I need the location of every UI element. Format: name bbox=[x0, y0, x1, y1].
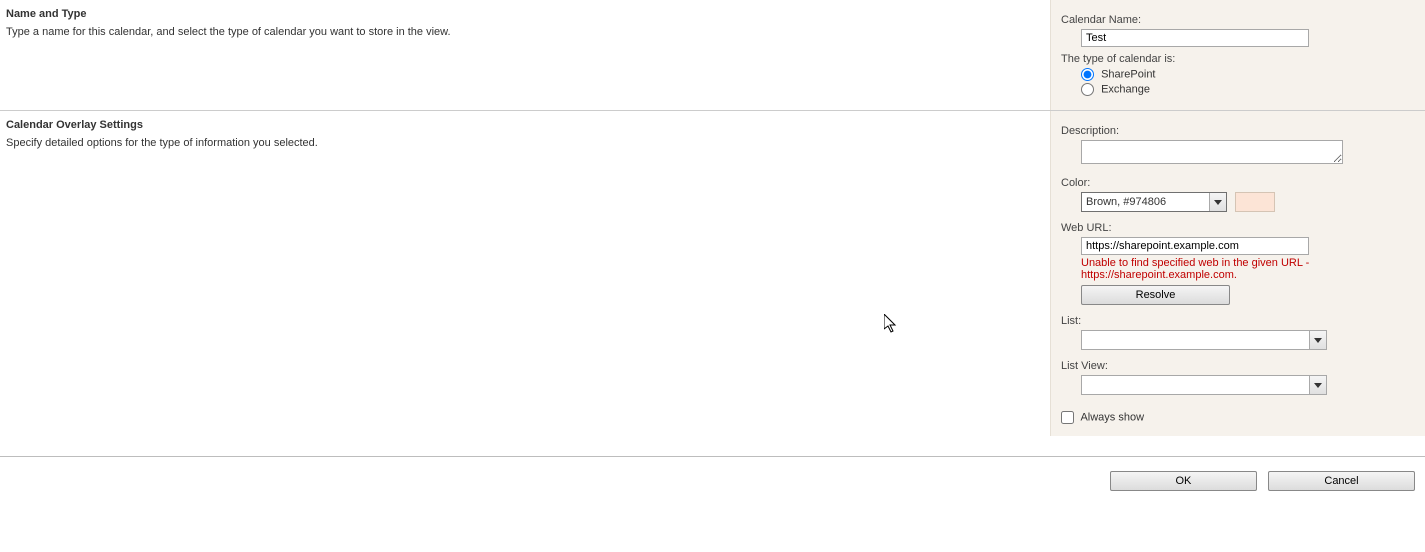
list-label: List: bbox=[1061, 315, 1415, 327]
chevron-down-icon bbox=[1209, 193, 1226, 211]
calendar-name-label: Calendar Name: bbox=[1061, 14, 1415, 26]
list-view-label: List View: bbox=[1061, 360, 1415, 372]
color-select-value: Brown, #974806 bbox=[1086, 196, 1166, 208]
chevron-down-icon bbox=[1309, 331, 1326, 349]
always-show-row: Always show bbox=[1061, 411, 1415, 424]
resolve-button[interactable]: Resolve bbox=[1081, 285, 1230, 305]
section-title-name-type: Name and Type bbox=[6, 8, 1044, 20]
section-calendar-overlay: Calendar Overlay Settings Specify detail… bbox=[0, 111, 1425, 436]
list-select[interactable] bbox=[1081, 330, 1327, 350]
description-textarea[interactable] bbox=[1081, 140, 1343, 164]
section-title-overlay: Calendar Overlay Settings bbox=[6, 119, 1044, 131]
section-right-name-type: Calendar Name: The type of calendar is: … bbox=[1050, 0, 1425, 110]
radio-sharepoint-label: SharePoint bbox=[1101, 68, 1155, 80]
section-desc-overlay: Specify detailed options for the type of… bbox=[6, 137, 1044, 149]
web-url-error: Unable to find specified web in the give… bbox=[1081, 257, 1351, 281]
chevron-down-icon bbox=[1309, 376, 1326, 394]
footer-buttons: OK Cancel bbox=[0, 456, 1425, 491]
web-url-label: Web URL: bbox=[1061, 222, 1415, 234]
calendar-type-label: The type of calendar is: bbox=[1061, 53, 1415, 65]
cancel-button[interactable]: Cancel bbox=[1268, 471, 1415, 491]
description-label: Description: bbox=[1061, 125, 1415, 137]
section-name-and-type: Name and Type Type a name for this calen… bbox=[0, 0, 1425, 111]
radio-exchange-label: Exchange bbox=[1101, 83, 1150, 95]
web-url-input[interactable] bbox=[1081, 237, 1309, 255]
always-show-checkbox[interactable] bbox=[1061, 411, 1074, 424]
radio-sharepoint[interactable] bbox=[1081, 68, 1094, 81]
color-label: Color: bbox=[1061, 177, 1415, 189]
radio-exchange[interactable] bbox=[1081, 83, 1094, 96]
section-right-overlay: Description: Color: Brown, #974806 Web U… bbox=[1050, 111, 1425, 436]
color-select[interactable]: Brown, #974806 bbox=[1081, 192, 1227, 212]
section-left-overlay: Calendar Overlay Settings Specify detail… bbox=[0, 111, 1050, 436]
color-swatch bbox=[1235, 192, 1275, 212]
ok-button[interactable]: OK bbox=[1110, 471, 1257, 491]
calendar-name-input[interactable] bbox=[1081, 29, 1309, 47]
section-desc-name-type: Type a name for this calendar, and selec… bbox=[6, 26, 1044, 38]
list-view-select[interactable] bbox=[1081, 375, 1327, 395]
always-show-label: Always show bbox=[1080, 411, 1144, 423]
section-left: Name and Type Type a name for this calen… bbox=[0, 0, 1050, 110]
